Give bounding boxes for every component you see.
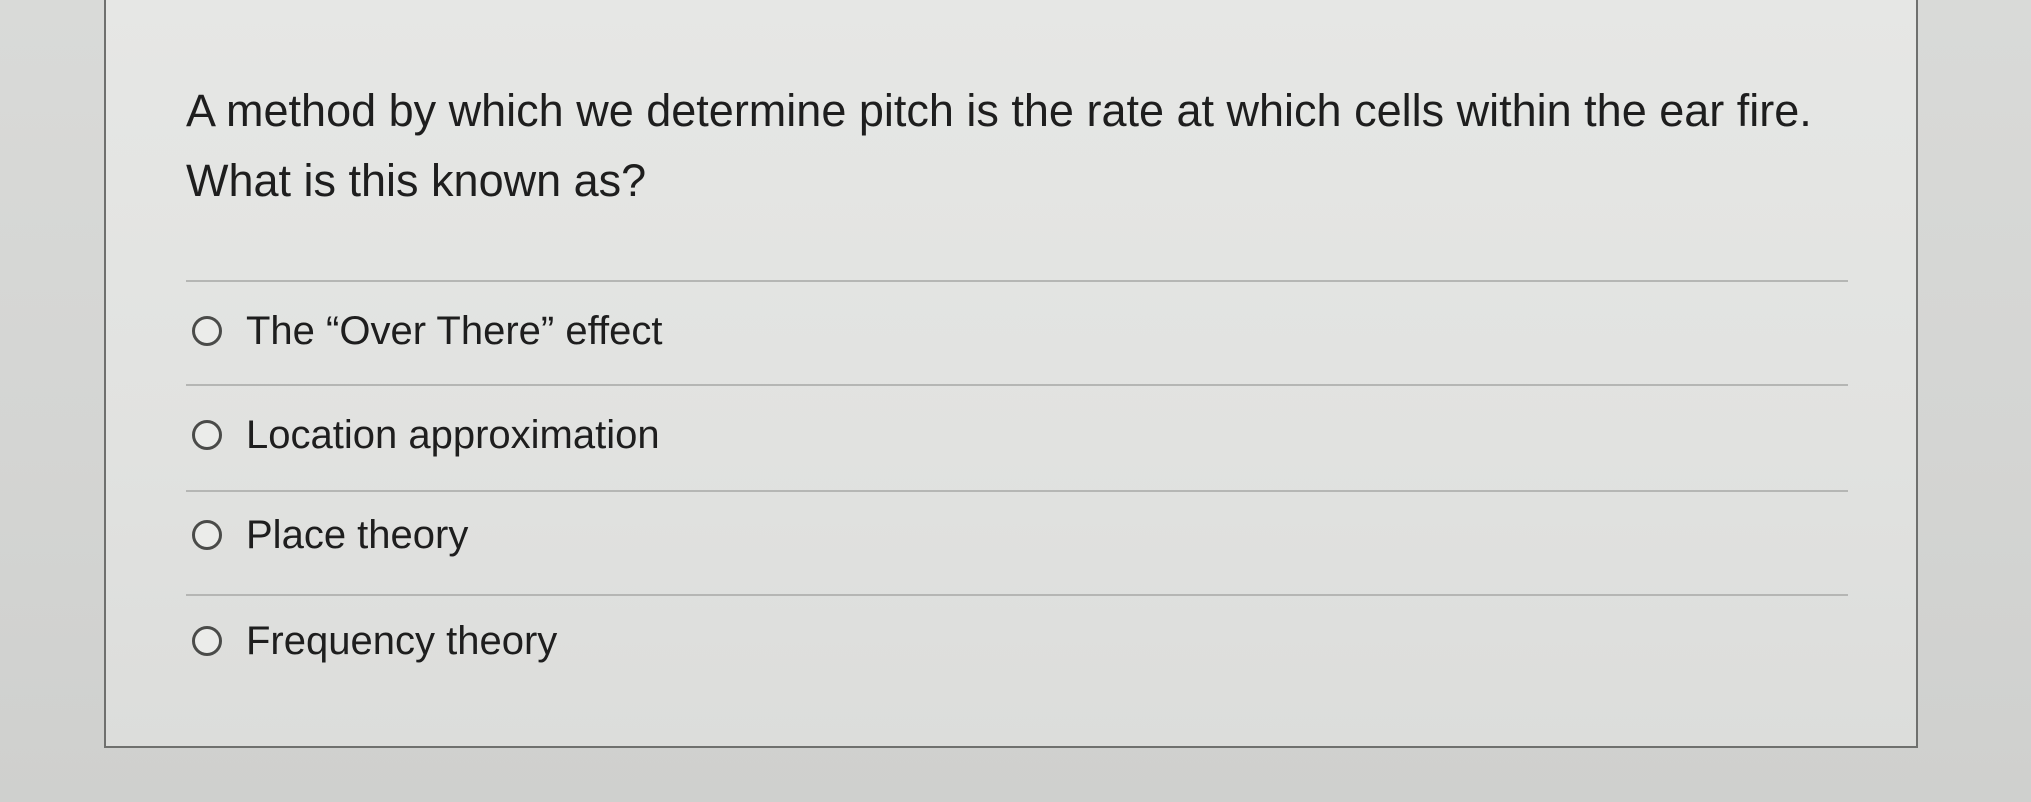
answer-option-label: Location approximation — [246, 412, 660, 457]
answer-option-2[interactable]: Location approximation — [192, 400, 1832, 470]
radio-button-icon[interactable] — [192, 316, 222, 346]
answer-option-4[interactable]: Frequency theory — [192, 606, 1832, 676]
question-text: A method by which we determine pitch is … — [186, 85, 1812, 206]
divider — [186, 384, 1848, 386]
divider — [186, 594, 1848, 596]
answer-option-3[interactable]: Place theory — [192, 500, 1832, 570]
radio-button-icon[interactable] — [192, 420, 222, 450]
answer-option-label: The “Over There” effect — [246, 308, 663, 353]
divider — [186, 490, 1848, 492]
answer-option-label: Frequency theory — [246, 618, 558, 663]
answer-option-label: Place theory — [246, 512, 469, 557]
radio-button-icon[interactable] — [192, 626, 222, 656]
radio-button-icon[interactable] — [192, 520, 222, 550]
divider — [186, 280, 1848, 282]
answer-option-1[interactable]: The “Over There” effect — [192, 296, 1832, 366]
